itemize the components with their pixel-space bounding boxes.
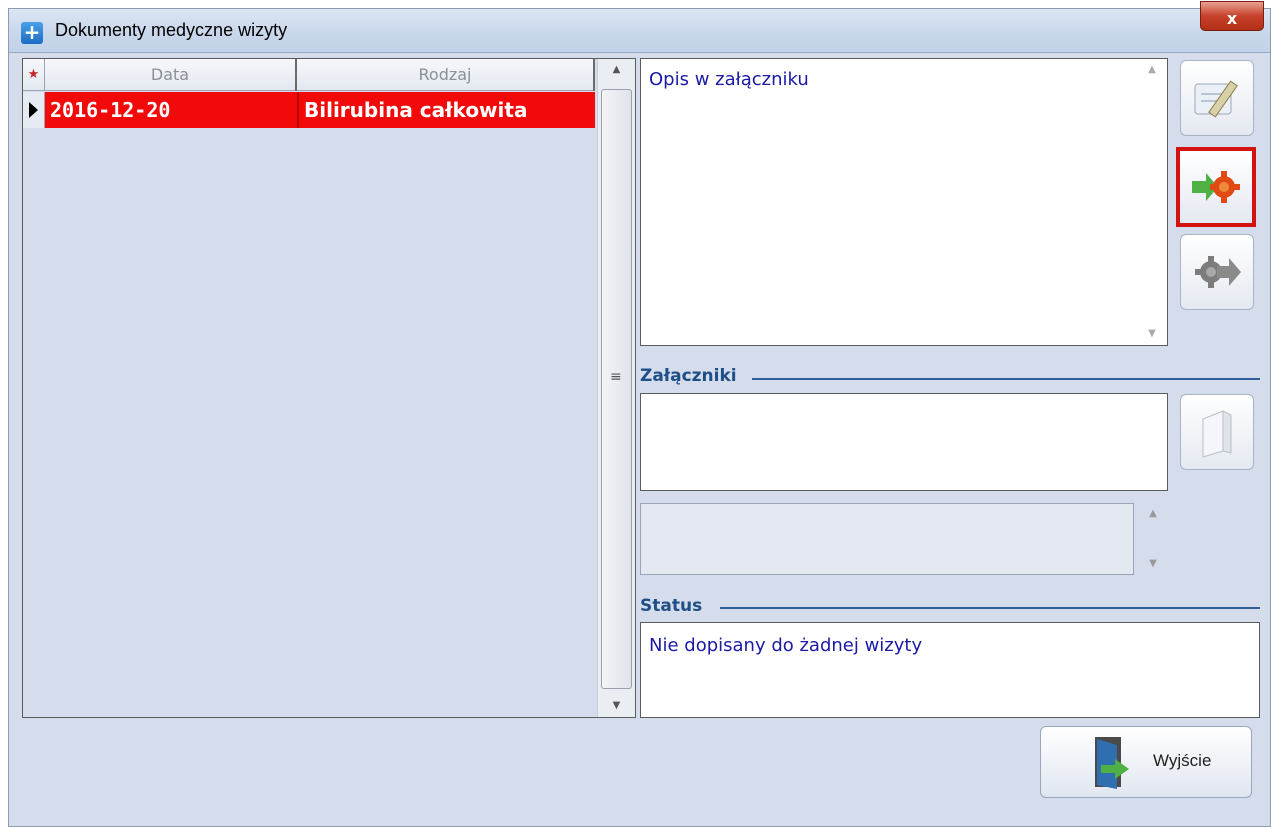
scroll-thumb[interactable] bbox=[601, 89, 632, 689]
exit-door-icon bbox=[1095, 737, 1129, 789]
cell-rodzaj[interactable]: Bilirubina całkowita bbox=[297, 92, 595, 128]
title-bar: + Dokumenty medyczne wizyty x bbox=[9, 1, 1270, 53]
description-scrollbar[interactable]: ▲ ▼ bbox=[1137, 59, 1167, 345]
status-text: Nie dopisany do żadnej wizyty bbox=[649, 635, 923, 656]
scroll-down-icon[interactable]: ▼ bbox=[598, 695, 635, 717]
scroll-down-icon[interactable]: ▼ bbox=[1138, 553, 1168, 575]
column-header-rodzaj[interactable]: Rodzaj bbox=[297, 59, 595, 91]
attach-visit-icon bbox=[1192, 171, 1240, 203]
description-text: Opis w załączniku bbox=[649, 69, 809, 90]
exit-button-label: Wyjście bbox=[1153, 751, 1212, 770]
section-divider bbox=[752, 378, 1260, 380]
attach-to-visit-button[interactable] bbox=[1176, 147, 1256, 227]
detach-from-visit-button[interactable] bbox=[1180, 234, 1254, 310]
status-box: Nie dopisany do żadnej wizyty bbox=[640, 622, 1260, 718]
edit-document-icon bbox=[1194, 80, 1238, 118]
documents-grid: ★ Data Rodzaj 2016-12-20 Bilirubina całk… bbox=[22, 58, 636, 718]
attachment-description-field[interactable] bbox=[640, 503, 1134, 575]
status-section-label: Status bbox=[640, 596, 709, 616]
close-button[interactable]: x bbox=[1200, 1, 1264, 31]
attachment-description-scrollbar[interactable]: ▲ ▼ bbox=[1138, 503, 1168, 575]
scroll-up-icon[interactable]: ▲ bbox=[1138, 503, 1168, 525]
required-star-icon: ★ bbox=[23, 59, 45, 91]
table-row[interactable]: 2016-12-20 Bilirubina całkowita bbox=[23, 92, 595, 128]
attachment-icon bbox=[1202, 410, 1232, 458]
attachments-list[interactable] bbox=[640, 393, 1168, 491]
cell-date[interactable]: 2016-12-20 bbox=[45, 92, 297, 128]
scroll-down-icon[interactable]: ▼ bbox=[1137, 323, 1167, 345]
section-divider bbox=[720, 607, 1260, 609]
edit-document-button[interactable] bbox=[1180, 60, 1254, 136]
window-title: Dokumenty medyczne wizyty bbox=[55, 20, 288, 40]
scroll-up-icon[interactable]: ▲ bbox=[1137, 59, 1167, 81]
exit-button[interactable]: Wyjście bbox=[1040, 726, 1252, 798]
column-header-data[interactable]: Data bbox=[45, 59, 297, 91]
detach-visit-icon bbox=[1195, 256, 1241, 288]
grid-scrollbar[interactable]: ▲ ≡ ▼ bbox=[597, 59, 635, 717]
scroll-up-icon[interactable]: ▲ bbox=[598, 59, 635, 81]
add-attachment-button[interactable] bbox=[1180, 394, 1254, 470]
description-box[interactable]: Opis w załączniku ▲ ▼ bbox=[640, 58, 1168, 346]
grip-icon: ≡ bbox=[610, 369, 622, 385]
row-pointer-icon bbox=[23, 92, 45, 128]
attachments-section-label: Załączniki bbox=[640, 366, 743, 386]
plus-icon: + bbox=[21, 22, 43, 44]
grid-header: ★ Data Rodzaj bbox=[23, 59, 595, 91]
